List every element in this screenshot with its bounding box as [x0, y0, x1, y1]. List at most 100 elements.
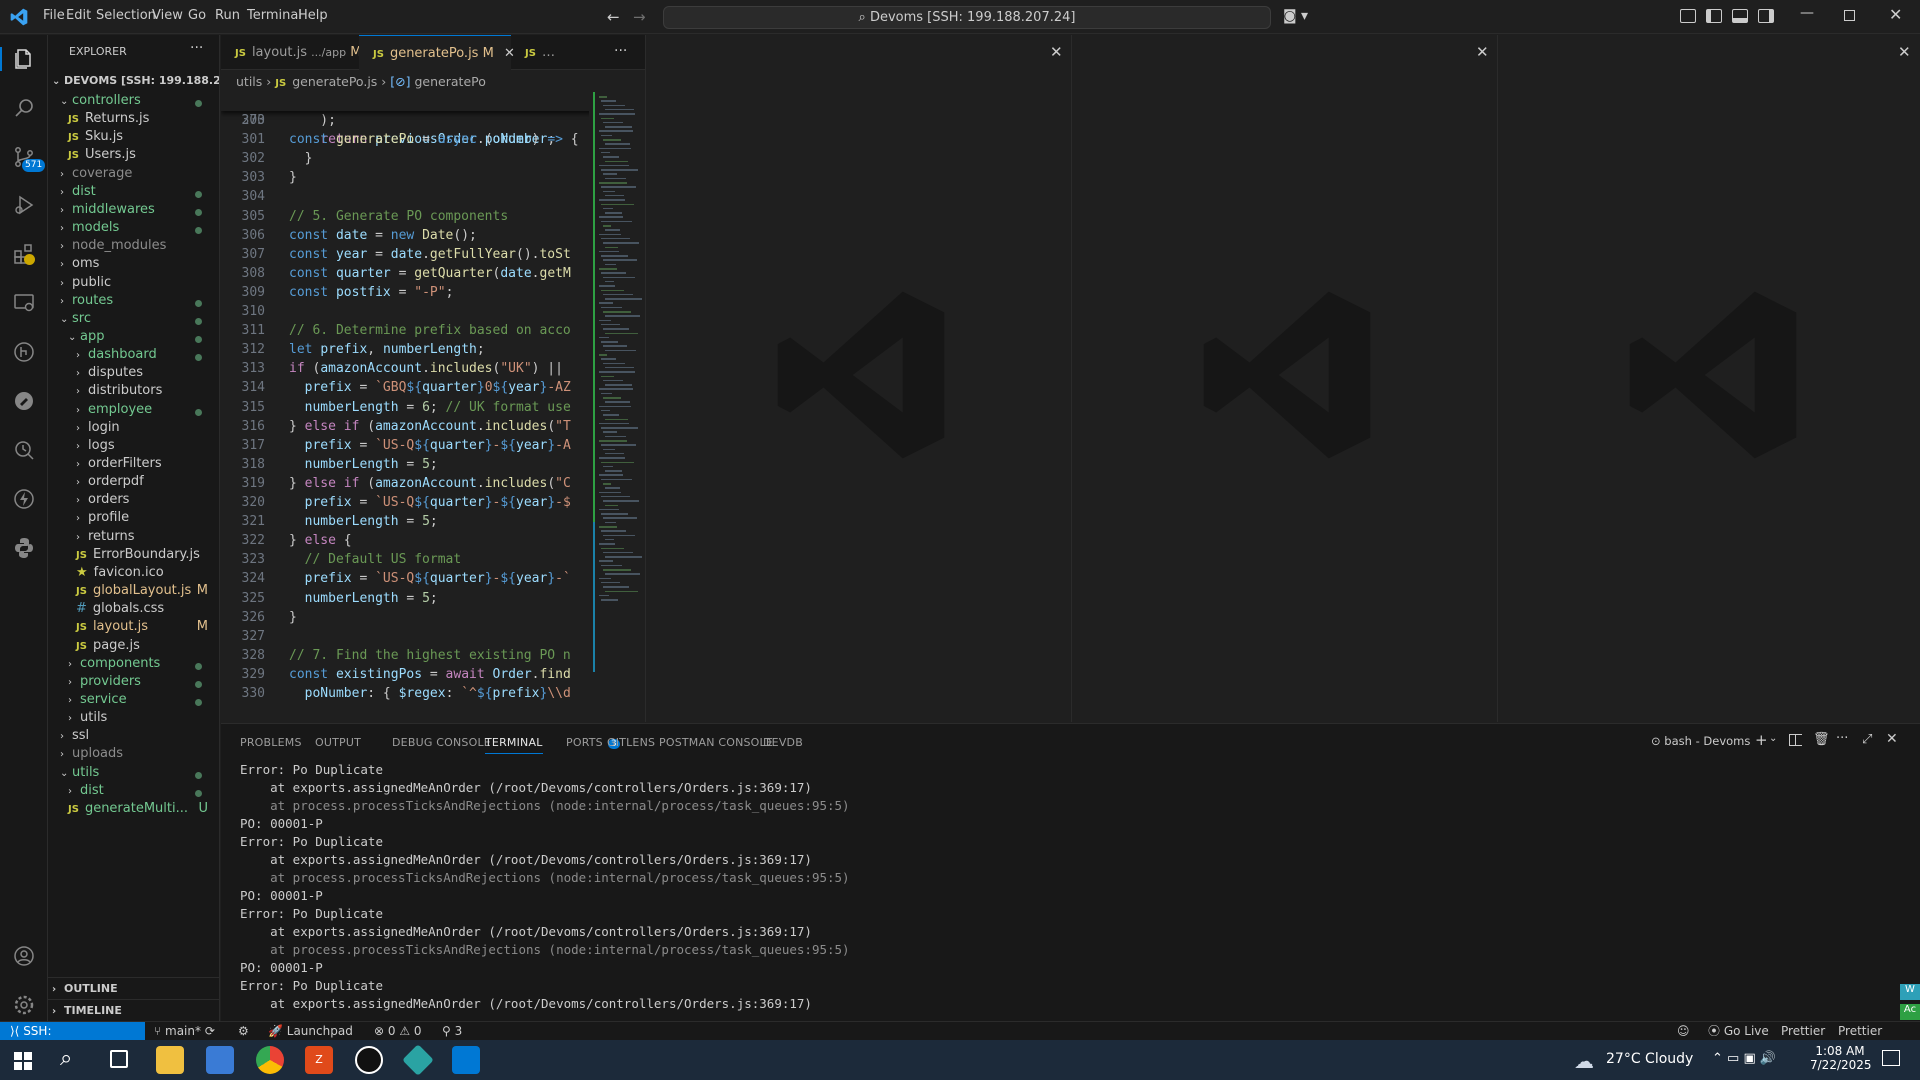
tree-item-users-js[interactable]: JS Users.js: [48, 146, 219, 164]
code-line[interactable]: 315 numberLength = 6; // UK format use: [221, 398, 645, 417]
code-line[interactable]: 320 prefix = `US-Q${quarter}-${year}-$: [221, 493, 645, 512]
chrome-icon[interactable]: [256, 1046, 284, 1074]
more-actions-icon[interactable]: ···: [1836, 731, 1848, 746]
windows-start-icon[interactable]: [14, 1052, 32, 1070]
code-line[interactable]: 322} else {: [221, 531, 645, 550]
feedback-icon[interactable]: ☺: [1677, 1022, 1690, 1040]
tree-item-public[interactable]: › public: [48, 274, 219, 292]
code-line[interactable]: 318 numberLength = 5;: [221, 455, 645, 474]
tree-item-uploads[interactable]: › uploads: [48, 745, 219, 763]
code-line[interactable]: 328 // 7. Find the highest existing PO n: [221, 646, 645, 665]
code-line[interactable]: 321 numberLength = 5;: [221, 512, 645, 531]
taskbar-search-icon[interactable]: ⌕: [60, 1046, 72, 1071]
tree-item-middlewares[interactable]: › middlewares: [48, 201, 219, 219]
tree-item-employee[interactable]: › employee: [48, 401, 219, 419]
panel-tab-output[interactable]: OUTPUT: [315, 736, 361, 749]
prettier-status-2[interactable]: Prettier: [1838, 1022, 1882, 1040]
sticky-scroll-line[interactable]: 273 const generatePo = async (order) => …: [221, 92, 645, 147]
remote-explorer-icon[interactable]: [12, 291, 36, 315]
tab-layout-js[interactable]: JS layout.js .../app M: [221, 35, 361, 70]
toggle-primary-sidebar-icon[interactable]: [1706, 9, 1722, 23]
tree-item-routes[interactable]: › routes: [48, 292, 219, 310]
panel-tab-terminal[interactable]: TERMINAL: [485, 736, 543, 754]
panel-tab-debug-console[interactable]: DEBUG CONSOLE: [392, 736, 491, 749]
task-view-icon[interactable]: [110, 1050, 128, 1068]
customize-layout-icon[interactable]: [1680, 9, 1696, 23]
tree-item-globals-css[interactable]: # globals.css: [48, 600, 219, 618]
branch-indicator[interactable]: ⑂ main* ⟳: [154, 1022, 215, 1040]
copilot-status-icon[interactable]: ⚙: [238, 1022, 249, 1040]
timeline-section[interactable]: › TIMELINE: [48, 999, 219, 1021]
tree-item-service[interactable]: › service: [48, 691, 219, 709]
tree-item-generatemulti-[interactable]: JS generateMulti... U: [48, 800, 219, 818]
vscode-taskbar-icon[interactable]: [452, 1046, 480, 1074]
menu-terminal[interactable]: Terminal: [247, 8, 302, 23]
new-terminal-icon[interactable]: +: [1755, 731, 1768, 749]
code-line[interactable]: 316} else if (amazonAccount.includes("T: [221, 417, 645, 436]
code-line[interactable]: 326}: [221, 608, 645, 627]
tree-item-utils[interactable]: ⌄ utils: [48, 764, 219, 782]
close-panel-icon[interactable]: ✕: [1886, 731, 1898, 747]
thunder-client-icon[interactable]: [12, 487, 36, 511]
menu-edit[interactable]: Edit: [66, 8, 91, 23]
code-line[interactable]: 317 prefix = `US-Q${quarter}-${year}-A: [221, 436, 645, 455]
close-group-icon[interactable]: ✕: [1476, 43, 1489, 61]
breadcrumb-symbol[interactable]: generatePo: [415, 74, 486, 89]
side-widget-w[interactable]: W: [1900, 984, 1920, 1000]
accounts-icon[interactable]: [12, 944, 36, 968]
tree-item-controllers[interactable]: ⌄ controllers: [48, 92, 219, 110]
tree-item-errorboundary-js[interactable]: JS ErrorBoundary.js: [48, 546, 219, 564]
menu-file[interactable]: File: [43, 8, 65, 23]
system-tray-icons[interactable]: ⌃ ▭ ▣ 🔊: [1712, 1051, 1776, 1066]
code-line[interactable]: 311 // 6. Determine prefix based on acco: [221, 321, 645, 340]
breadcrumb-file[interactable]: generatePo.js: [292, 74, 377, 89]
toggle-secondary-sidebar-icon[interactable]: [1758, 9, 1774, 23]
more-actions-icon[interactable]: ···: [190, 40, 203, 56]
code-line[interactable]: 327: [221, 627, 645, 646]
tree-item-returns-js[interactable]: JS Returns.js: [48, 110, 219, 128]
tree-item-models[interactable]: › models: [48, 219, 219, 237]
code-line[interactable]: 319} else if (amazonAccount.includes("C: [221, 474, 645, 493]
tree-item-coverage[interactable]: › coverage: [48, 165, 219, 183]
code-line[interactable]: 314 prefix = `GBQ${quarter}0${year}-AZ: [221, 378, 645, 397]
gitlens-icon[interactable]: [12, 340, 36, 364]
tree-item-sku-js[interactable]: JS Sku.js: [48, 128, 219, 146]
split-terminal-icon[interactable]: [1789, 734, 1802, 746]
code-editor[interactable]: 300 ); 301 return previousOrder.poNumber;…: [221, 92, 645, 722]
tree-item-profile[interactable]: › profile: [48, 509, 219, 527]
app-icon-dark[interactable]: [355, 1046, 383, 1074]
tree-item-disputes[interactable]: › disputes: [48, 364, 219, 382]
notification-icon[interactable]: [1882, 1050, 1900, 1066]
minimap[interactable]: [589, 92, 645, 722]
tree-item-login[interactable]: › login: [48, 419, 219, 437]
panel-tab-devdb[interactable]: DEVDB: [763, 736, 803, 749]
code-line[interactable]: 325 numberLength = 5;: [221, 589, 645, 608]
launchpad-item[interactable]: 🚀 Launchpad: [268, 1022, 353, 1040]
manage-gear-icon[interactable]: [12, 993, 36, 1017]
copilot-icon[interactable]: ◙ ▾: [1283, 8, 1308, 24]
tree-item-logs[interactable]: › logs: [48, 437, 219, 455]
editor-group-4[interactable]: ✕: [1497, 35, 1920, 722]
python-icon[interactable]: [12, 535, 36, 559]
trash-icon[interactable]: 🗑: [1813, 732, 1830, 747]
code-line[interactable]: 313 if (amazonAccount.includes("UK") ||: [221, 359, 645, 378]
close-group-icon[interactable]: ✕: [1898, 43, 1911, 61]
clock[interactable]: 1:08 AM 7/22/2025: [1810, 1044, 1872, 1072]
search-icon[interactable]: [12, 96, 36, 120]
store-icon[interactable]: [206, 1046, 234, 1074]
postman-icon[interactable]: [12, 389, 36, 413]
tree-item-distributors[interactable]: › distributors: [48, 382, 219, 400]
tree-item-orderpdf[interactable]: › orderpdf: [48, 473, 219, 491]
code-line[interactable]: 323 // Default US format: [221, 550, 645, 569]
tree-item-utils[interactable]: › utils: [48, 709, 219, 727]
menu-go[interactable]: Go: [188, 8, 206, 23]
breadcrumb-folder[interactable]: utils: [236, 74, 262, 89]
go-live-button[interactable]: ⦿ Go Live: [1708, 1022, 1769, 1040]
minimize-icon[interactable]: —: [1800, 5, 1814, 21]
tree-item-returns[interactable]: › returns: [48, 528, 219, 546]
workspace-root[interactable]: ⌄DEVOMS [SSH: 199.188.20...: [48, 70, 219, 92]
run-debug-icon[interactable]: [12, 193, 36, 217]
menu-selection[interactable]: Selection: [96, 8, 156, 23]
source-control-icon[interactable]: 571: [12, 145, 46, 172]
timeline-icon[interactable]: [12, 438, 36, 462]
